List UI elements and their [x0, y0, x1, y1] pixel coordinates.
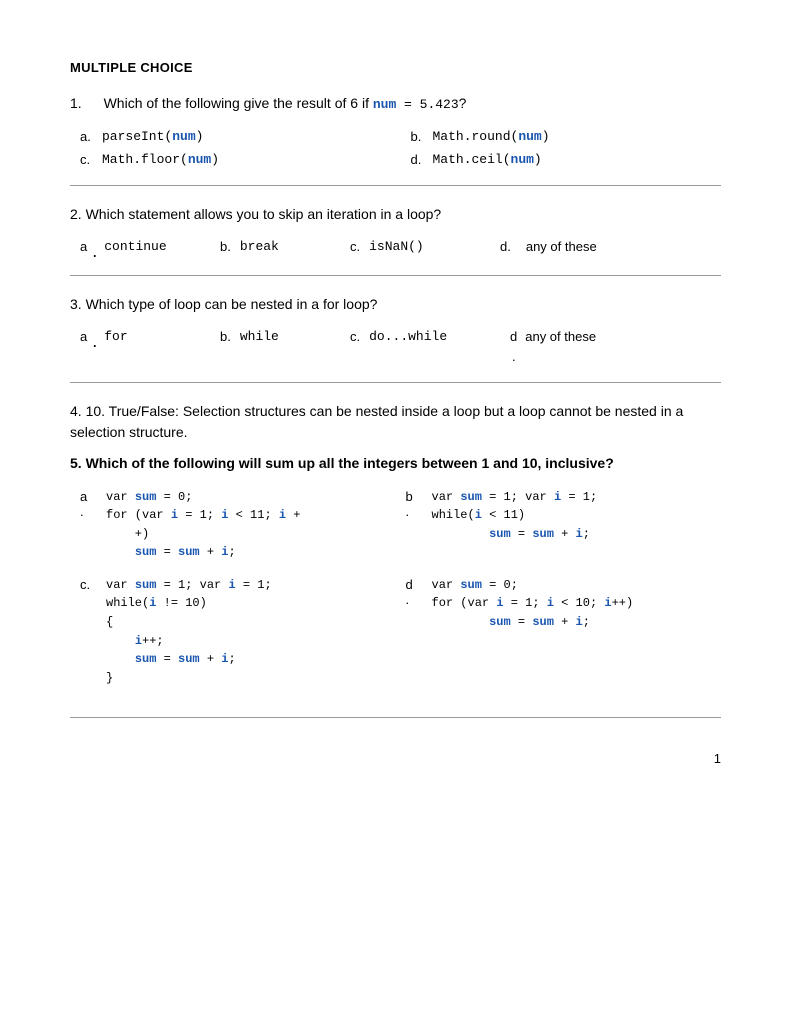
q2-number: 2.: [70, 206, 86, 222]
q3-body: Which type of loop can be nested in a fo…: [86, 296, 378, 312]
q2-text: 2. Which statement allows you to skip an…: [70, 204, 721, 225]
q5-answer-b: b . var sum = 1; var i = 1; while(i < 11…: [406, 488, 722, 562]
q5-a-label: a: [80, 488, 96, 504]
q3-answer-b: b. while: [220, 329, 350, 344]
q5-answers: a . var sum = 0; for (var i = 1; i < 11;…: [80, 488, 721, 688]
q1-answer-b: b. Math.round(num): [411, 129, 722, 144]
q1-var: num: [373, 97, 396, 112]
q5-answer-a: a . var sum = 0; for (var i = 1; i < 11;…: [80, 488, 396, 562]
q1-answer-d: d. Math.ceil(num): [411, 152, 722, 167]
q5-c-code: var sum = 1; var i = 1; while(i != 10) {…: [106, 576, 272, 688]
q3-d-text: any of these: [525, 329, 596, 344]
q1-d-code: Math.ceil(num): [433, 152, 542, 167]
q1-answer-a: a. parseInt(num): [80, 129, 391, 144]
q2-a-label: a: [80, 239, 87, 254]
q1-c-label: c.: [80, 152, 96, 167]
divider-4: [70, 717, 721, 718]
q3-a-label: a: [80, 329, 87, 344]
q3-number: 3.: [70, 296, 86, 312]
divider-1: [70, 185, 721, 186]
q2-c-code: isNaN(): [369, 239, 424, 254]
q2-answer-a: a . continue: [80, 239, 220, 257]
q5-text: 5. Which of the following will sum up al…: [70, 453, 721, 474]
q5-b-label: b: [406, 488, 422, 504]
q1-result: 6: [350, 95, 358, 111]
question-2: 2. Which statement allows you to skip an…: [70, 204, 721, 257]
q1-a-code: parseInt(num): [102, 129, 203, 144]
q5-a-dot: .: [80, 504, 84, 519]
q5-b-code: var sum = 1; var i = 1; while(i < 11) su…: [432, 488, 598, 544]
q5-answer-d: d . var sum = 0; for (var i = 1; i < 10;…: [406, 576, 722, 688]
q3-answer-c: c. do...while: [350, 329, 510, 344]
q3-text: 3. Which type of loop can be nested in a…: [70, 294, 721, 315]
page: MULTIPLE CHOICE 1. Which of the followin…: [0, 0, 791, 796]
q1-text-before: Which of the following give the result o…: [104, 95, 351, 111]
q2-answer-c: c. isNaN(): [350, 239, 500, 254]
q1-qmark: ?: [459, 95, 467, 111]
q2-answers: a . continue b. break c. isNaN() d. any …: [80, 239, 721, 257]
q2-d-text: any of these: [526, 239, 597, 254]
q4-number: 4. 10. True/False: Selection structures …: [70, 403, 683, 440]
q3-b-label: b.: [220, 329, 231, 344]
q5-number: 5.: [70, 455, 86, 471]
q2-a-dot: .: [92, 242, 97, 260]
page-number: 1: [714, 751, 721, 766]
q3-d-dot: .: [512, 349, 516, 364]
q1-answers: a. parseInt(num) b. Math.round(num) c. M…: [80, 129, 721, 167]
q1-a-label: a.: [80, 129, 96, 144]
q3-answers: a . for b. while c. do...while d any of …: [80, 329, 721, 364]
q5-d-code: var sum = 0; for (var i = 1; i < 10; i++…: [432, 576, 634, 632]
divider-2: [70, 275, 721, 276]
q1-b-code: Math.round(num): [433, 129, 550, 144]
q2-body: Which statement allows you to skip an it…: [86, 206, 442, 222]
q3-a-dot: .: [92, 332, 97, 350]
q5-c-label: c.: [80, 576, 96, 592]
q3-c-code: do...while: [369, 329, 447, 344]
q5-b-dot: .: [406, 504, 410, 519]
q2-d-label: d.: [500, 239, 511, 254]
q2-c-label: c.: [350, 239, 360, 254]
question-5: 5. Which of the following will sum up al…: [70, 453, 721, 688]
q3-c-label: c.: [350, 329, 360, 344]
q3-a-code: for: [104, 329, 127, 344]
q3-b-code: while: [240, 329, 279, 344]
q5-body: Which of the following will sum up all t…: [86, 455, 614, 471]
q3-answer-a: a . for: [80, 329, 220, 347]
q1-d-label: d.: [411, 152, 427, 167]
q3-answer-d: d any of these .: [510, 329, 640, 364]
q5-d-label: d: [406, 576, 422, 592]
q2-b-label: b.: [220, 239, 231, 254]
q2-answer-b: b. break: [220, 239, 350, 254]
q1-text: 1. Which of the following give the resul…: [70, 93, 721, 115]
q1-c-code: Math.floor(num): [102, 152, 219, 167]
q5-answer-c: c. var sum = 1; var i = 1; while(i != 10…: [80, 576, 396, 688]
q1-b-label: b.: [411, 129, 427, 144]
q3-d-label: d: [510, 329, 517, 344]
q1-answer-c: c. Math.floor(num): [80, 152, 391, 167]
question-3: 3. Which type of loop can be nested in a…: [70, 294, 721, 364]
question-4: 4. 10. True/False: Selection structures …: [70, 401, 721, 443]
q2-answer-d: d. any of these: [500, 239, 630, 254]
divider-3: [70, 382, 721, 383]
q1-equals: = 5.423: [396, 97, 458, 112]
q5-a-code: var sum = 0; for (var i = 1; i < 11; i +…: [106, 488, 300, 562]
section-header: MULTIPLE CHOICE: [70, 60, 721, 75]
q5-d-dot: .: [406, 592, 410, 607]
q1-number: 1.: [70, 95, 82, 111]
q2-b-code: break: [240, 239, 279, 254]
q2-a-code: continue: [104, 239, 166, 254]
q4-text: 4. 10. True/False: Selection structures …: [70, 401, 721, 443]
question-1: 1. Which of the following give the resul…: [70, 93, 721, 167]
q1-text-if: if: [358, 95, 373, 111]
